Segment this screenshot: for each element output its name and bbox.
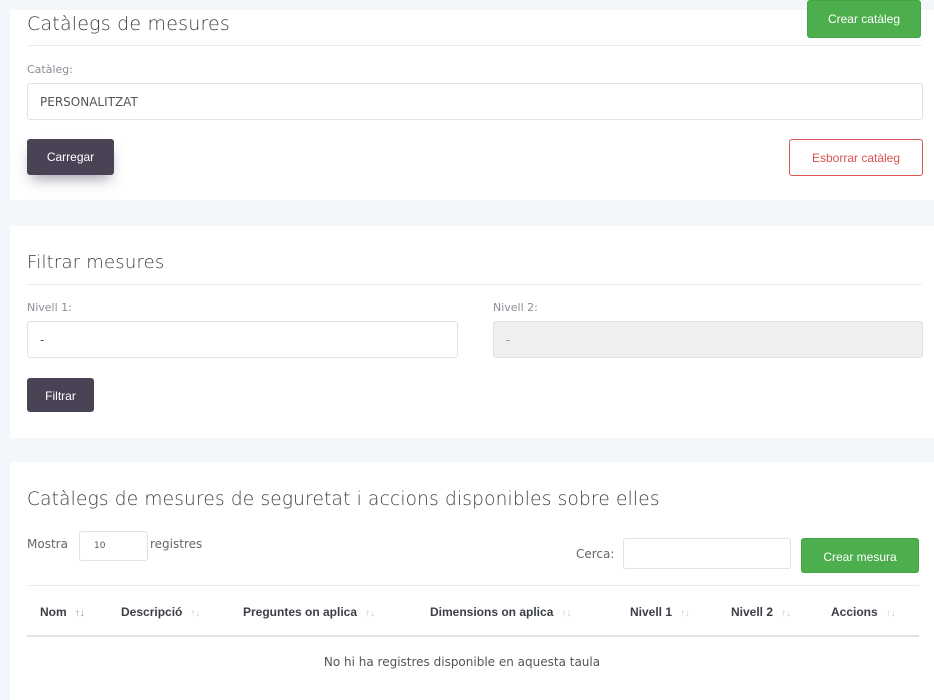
level1-label: Nivell 1: xyxy=(27,301,72,314)
sort-icon: ↑↓ xyxy=(781,608,792,619)
divider xyxy=(27,45,922,46)
show-label: Mostra xyxy=(27,537,68,551)
column-header-dimensions[interactable]: Dimensions on aplica ↑↓ xyxy=(430,605,571,619)
create-catalog-button[interactable]: Crear catàleg xyxy=(807,0,921,38)
level2-label: Nivell 2: xyxy=(493,301,538,314)
sort-icon: ↑↓ xyxy=(885,608,896,619)
column-header-nivell2[interactable]: Nivell 2 ↑↓ xyxy=(731,605,791,619)
filter-button[interactable]: Filtrar xyxy=(27,378,94,412)
search-input[interactable] xyxy=(623,538,791,569)
catalog-panel-title: Catàlegs de mesures xyxy=(27,13,231,35)
catalog-label: Catàleg: xyxy=(27,63,73,76)
column-header-nom[interactable]: Nom ↑↓ xyxy=(40,605,85,619)
column-header-label: Descripció xyxy=(121,605,183,619)
sort-icon: ↑↓ xyxy=(74,608,85,619)
sort-icon: ↑↓ xyxy=(190,608,201,619)
catalog-select[interactable]: PERSONALITZAT xyxy=(27,83,923,120)
column-header-nivell1[interactable]: Nivell 1 ↑↓ xyxy=(630,605,690,619)
sort-icon: ↑↓ xyxy=(680,608,691,619)
table-panel-title: Catàlegs de mesures de seguretat i accio… xyxy=(27,489,660,510)
column-header-label: Nivell 1 xyxy=(630,605,673,619)
load-button[interactable]: Carregar xyxy=(27,139,114,175)
level1-select[interactable]: - xyxy=(27,321,458,358)
divider xyxy=(27,585,919,586)
create-measure-button[interactable]: Crear mesura xyxy=(801,538,919,573)
filter-panel-title: Filtrar mesures xyxy=(27,252,165,273)
search-label: Cerca: xyxy=(576,547,615,561)
column-header-accions[interactable]: Accions ↑↓ xyxy=(831,605,896,619)
catalog-panel: Catàlegs de mesures Crear catàleg Catàle… xyxy=(10,0,934,200)
sort-icon: ↑↓ xyxy=(561,608,572,619)
column-header-label: Dimensions on aplica xyxy=(430,605,554,619)
empty-table-message: No hi ha registres disponible en aquesta… xyxy=(323,655,601,669)
measures-table-panel: Catàlegs de mesures de seguretat i accio… xyxy=(10,462,934,700)
column-header-label: Accions xyxy=(831,605,878,619)
page-size-select[interactable]: 10 xyxy=(79,531,148,561)
level2-select: - xyxy=(493,321,923,358)
column-header-preguntes[interactable]: Preguntes on aplica ↑↓ xyxy=(243,605,375,619)
column-header-descripcio[interactable]: Descripció ↑↓ xyxy=(121,605,200,619)
column-header-label: Preguntes on aplica xyxy=(243,605,358,619)
column-header-label: Nom xyxy=(40,605,67,619)
sort-icon: ↑↓ xyxy=(365,608,376,619)
table-header-divider xyxy=(27,635,919,637)
filter-panel: Filtrar mesures Nivell 1: - Nivell 2: - … xyxy=(10,226,934,438)
column-header-label: Nivell 2 xyxy=(731,605,774,619)
divider xyxy=(27,284,922,285)
delete-catalog-button[interactable]: Esborrar catàleg xyxy=(789,139,923,176)
records-label: registres xyxy=(150,537,203,551)
